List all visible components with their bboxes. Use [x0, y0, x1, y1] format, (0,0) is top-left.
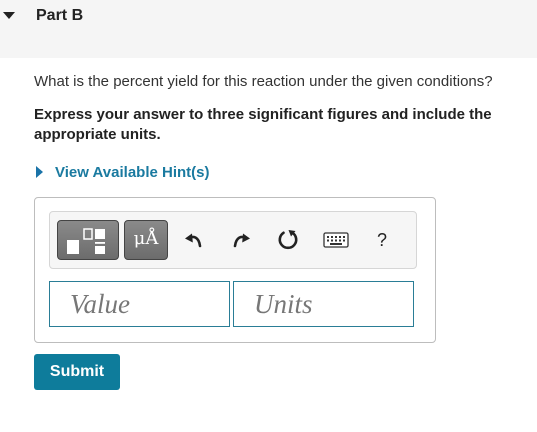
redo-icon	[233, 233, 250, 248]
units-button[interactable]: μÅ	[124, 220, 168, 260]
value-input[interactable]: Value	[49, 281, 230, 327]
redo-button[interactable]	[228, 228, 254, 252]
help-button[interactable]: ?	[370, 228, 394, 252]
answer-box: μÅ ? Value Units	[34, 197, 436, 343]
reset-icon	[278, 230, 298, 250]
question-text: What is the percent yield for this react…	[34, 73, 493, 90]
math-toolbar: μÅ ?	[49, 211, 417, 269]
units-input[interactable]: Units	[233, 281, 414, 327]
view-hints-label: View Available Hint(s)	[55, 163, 210, 181]
reset-button[interactable]	[275, 228, 301, 252]
templates-icon	[67, 228, 105, 254]
collapse-caret-icon[interactable]	[3, 12, 15, 19]
part-header[interactable]: Part B	[0, 0, 537, 58]
keyboard-button[interactable]	[322, 228, 350, 252]
submit-button[interactable]: Submit	[34, 354, 120, 390]
units-icon: μÅ	[133, 228, 159, 249]
undo-button[interactable]	[181, 228, 207, 252]
part-title: Part B	[36, 7, 84, 24]
undo-icon	[185, 233, 202, 248]
expand-triangle-icon	[36, 166, 43, 178]
help-icon: ?	[376, 229, 387, 250]
answer-instruction: Express your answer to three significant…	[34, 106, 492, 143]
keyboard-icon	[323, 232, 349, 248]
templates-button[interactable]	[57, 220, 119, 260]
view-hints-link[interactable]: View Available Hint(s)	[34, 162, 210, 182]
